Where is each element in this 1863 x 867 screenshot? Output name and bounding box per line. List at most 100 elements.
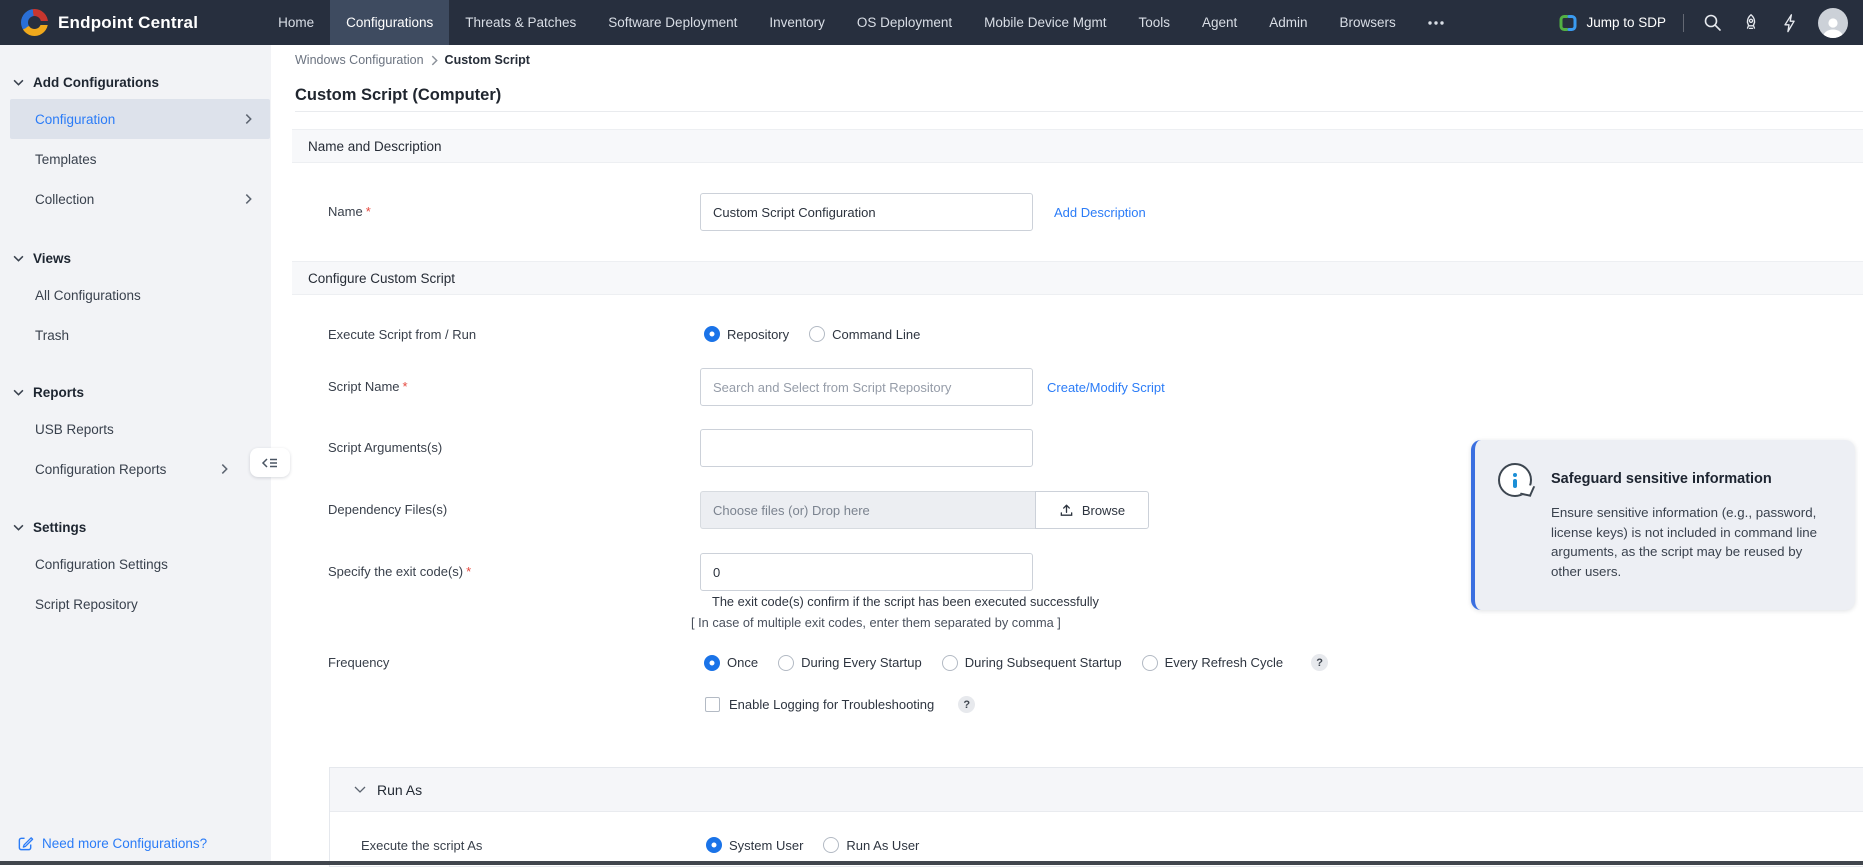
radio-option-run-as-user[interactable]: Run As User	[823, 837, 919, 853]
execute-as-label: Execute the script As	[330, 838, 706, 853]
nav-item-mobile-device-mgmt[interactable]: Mobile Device Mgmt	[968, 0, 1122, 45]
radio-option-once[interactable]: Once	[704, 655, 758, 671]
sidebar-item-label: USB Reports	[35, 422, 114, 437]
sidebar-collapse-toggle[interactable]	[250, 448, 290, 477]
divider	[295, 111, 1863, 112]
need-more-configurations-link[interactable]: Need more Configurations?	[17, 835, 207, 852]
sidebar-item-templates[interactable]: Templates	[10, 139, 270, 179]
bottom-edge-bar	[0, 861, 1863, 865]
radio-option-during-subsequent-startup[interactable]: During Subsequent Startup	[942, 655, 1122, 671]
nav-item-agent[interactable]: Agent	[1186, 0, 1253, 45]
upload-icon	[1059, 503, 1074, 518]
logging-checkbox[interactable]	[705, 697, 720, 712]
nav-item-software-deployment[interactable]: Software Deployment	[592, 0, 753, 45]
sidebar-item-usb-reports[interactable]: USB Reports	[10, 409, 270, 449]
nav-item-admin[interactable]: Admin	[1253, 0, 1323, 45]
jump-to-sdp-button[interactable]: Jump to SDP	[1558, 13, 1666, 33]
sidebar-item-trash[interactable]: Trash	[10, 315, 270, 355]
breadcrumb: Windows Configuration Custom Script	[295, 53, 530, 67]
page-title: Custom Script (Computer)	[295, 86, 501, 105]
radio-option-every-refresh-cycle[interactable]: Every Refresh Cycle	[1142, 655, 1283, 671]
nav-item-home[interactable]: Home	[262, 0, 330, 45]
sidebar-section-reports[interactable]: Reports	[0, 375, 271, 409]
exit-code-input[interactable]	[700, 553, 1033, 591]
radio-unselected-icon[interactable]	[942, 655, 958, 671]
sidebar-item-configuration-reports[interactable]: Configuration Reports	[10, 449, 270, 489]
chevron-right-icon	[431, 55, 438, 66]
run-as-section: Run As Execute the script As System User…	[329, 767, 1863, 867]
chevron-down-icon	[13, 255, 24, 262]
create-modify-script-link[interactable]: Create/Modify Script	[1047, 380, 1165, 395]
dependency-drop-zone[interactable]: Choose files (or) Drop here	[700, 491, 1035, 529]
add-description-link[interactable]: Add Description	[1054, 205, 1146, 220]
sidebar-item-script-repository[interactable]: Script Repository	[10, 584, 270, 624]
sidebar-section-title: Views	[33, 251, 71, 266]
sidebar-section-settings[interactable]: Settings	[0, 510, 271, 544]
nav-item-configurations[interactable]: Configurations	[330, 0, 449, 45]
breadcrumb-parent[interactable]: Windows Configuration	[295, 53, 424, 67]
name-input[interactable]	[700, 193, 1033, 231]
sidebar-item-label: Script Repository	[35, 597, 138, 612]
nav-item-inventory[interactable]: Inventory	[753, 0, 841, 45]
chevron-down-icon	[13, 79, 24, 86]
rocket-icon[interactable]	[1740, 12, 1762, 34]
search-icon[interactable]	[1701, 12, 1723, 34]
nav-item-tools[interactable]: Tools	[1122, 0, 1186, 45]
exit-code-helper-1: The exit code(s) confirm if the script h…	[712, 594, 1099, 609]
script-name-label: Script Name*	[328, 379, 408, 394]
script-arguments-label: Script Arguments(s)	[328, 440, 442, 455]
sidebar-item-label: Trash	[35, 328, 69, 343]
script-arguments-input[interactable]	[700, 429, 1033, 467]
radio-unselected-icon[interactable]	[809, 326, 825, 342]
radio-option-repository[interactable]: Repository	[704, 326, 789, 342]
endpoint-central-logo-icon	[21, 9, 48, 36]
brand[interactable]: Endpoint Central	[21, 9, 198, 36]
nav-item-browsers[interactable]: Browsers	[1324, 0, 1412, 45]
sidebar-section-title: Reports	[33, 385, 84, 400]
radio-unselected-icon[interactable]	[1142, 655, 1158, 671]
chevron-right-icon	[221, 464, 228, 475]
sidebar-item-label: Configuration Settings	[35, 557, 168, 572]
radio-label: Every Refresh Cycle	[1165, 655, 1283, 670]
more-menu-icon[interactable]	[1412, 0, 1460, 45]
sidebar-item-label: Templates	[35, 152, 97, 167]
radio-option-during-every-startup[interactable]: During Every Startup	[778, 655, 922, 671]
safeguard-info-box: Safeguard sensitive information Ensure s…	[1471, 440, 1855, 610]
info-box-title: Safeguard sensitive information	[1551, 471, 1772, 487]
main-menu: Home Configurations Threats & Patches So…	[262, 0, 1460, 45]
logging-help-icon[interactable]: ?	[958, 696, 975, 713]
exit-code-label: Specify the exit code(s)*	[328, 564, 471, 579]
nav-item-os-deployment[interactable]: OS Deployment	[841, 0, 968, 45]
run-as-title: Run As	[377, 782, 422, 798]
radio-unselected-icon[interactable]	[823, 837, 839, 853]
sidebar-item-collection[interactable]: Collection	[10, 179, 270, 219]
brand-name: Endpoint Central	[58, 13, 198, 33]
radio-selected-icon[interactable]	[706, 837, 722, 853]
run-as-header[interactable]: Run As	[330, 768, 1863, 812]
radio-label: Command Line	[832, 327, 920, 342]
sidebar-section-add-configurations[interactable]: Add Configurations	[0, 65, 271, 99]
info-box-body: Ensure sensitive information (e.g., pass…	[1551, 503, 1835, 581]
execute-from-label: Execute Script from / Run	[328, 327, 476, 342]
browse-button[interactable]: Browse	[1035, 491, 1149, 529]
radio-unselected-icon[interactable]	[778, 655, 794, 671]
radio-option-command-line[interactable]: Command Line	[809, 326, 920, 342]
user-avatar[interactable]	[1818, 8, 1848, 38]
script-name-input[interactable]	[700, 368, 1033, 406]
radio-selected-icon[interactable]	[704, 655, 720, 671]
radio-label: System User	[729, 838, 803, 853]
sidebar-item-all-configurations[interactable]: All Configurations	[10, 275, 270, 315]
frequency-help-icon[interactable]: ?	[1311, 654, 1328, 671]
chevron-down-icon	[13, 524, 24, 531]
nav-item-threats-patches[interactable]: Threats & Patches	[449, 0, 592, 45]
radio-label: Repository	[727, 327, 789, 342]
radio-selected-icon[interactable]	[704, 326, 720, 342]
lightning-icon[interactable]	[1779, 12, 1801, 34]
section-header-label: Name and Description	[308, 139, 442, 154]
sidebar-section-views[interactable]: Views	[0, 241, 271, 275]
radio-option-system-user[interactable]: System User	[706, 837, 803, 853]
sidebar-item-configuration[interactable]: Configuration	[10, 99, 270, 139]
section-header-name-description: Name and Description	[292, 129, 1863, 163]
sidebar-item-configuration-settings[interactable]: Configuration Settings	[10, 544, 270, 584]
dependency-files-label: Dependency Files(s)	[328, 502, 447, 517]
